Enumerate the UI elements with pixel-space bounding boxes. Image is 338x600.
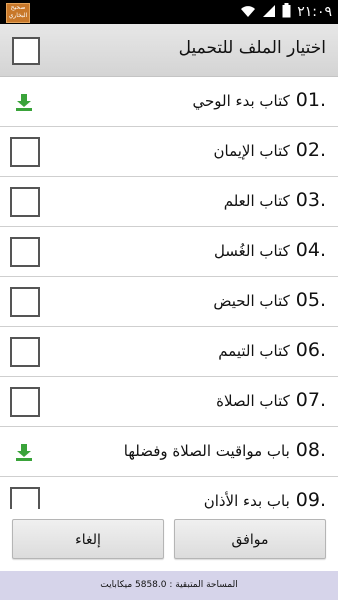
list-item[interactable]: باب مواقيت الصلاة وفضلها 08.: [0, 427, 338, 477]
list-item[interactable]: كتاب التيمم 06.: [0, 327, 338, 377]
select-all-checkbox[interactable]: [12, 37, 40, 65]
file-list[interactable]: كتاب بدء الوحي 01. كتاب الإيمان 02. كتاب ا…: [0, 77, 338, 509]
item-label: كتاب الإيمان 02.: [213, 139, 326, 161]
list-item[interactable]: كتاب العلم 03.: [0, 177, 338, 227]
download-icon: [16, 94, 32, 111]
storage-info: المساحة المتبقية : 5858.0 ميكابايت: [0, 571, 338, 600]
wifi-icon: [240, 4, 256, 21]
item-checkbox[interactable]: [10, 487, 40, 509]
battery-icon: [282, 3, 291, 21]
item-checkbox[interactable]: [10, 137, 40, 167]
ok-button[interactable]: موافق: [174, 519, 326, 559]
item-checkbox[interactable]: [10, 287, 40, 317]
list-item[interactable]: كتاب الغُسل 04.: [0, 227, 338, 277]
signal-icon: [262, 4, 276, 21]
item-label: كتاب بدء الوحي 01.: [192, 89, 326, 111]
list-item[interactable]: كتاب بدء الوحي 01.: [0, 77, 338, 127]
dialog-footer: إلغاء موافق: [0, 509, 338, 571]
item-label: كتاب الحيض 05.: [213, 289, 326, 311]
clock: ٢١:٠٩: [297, 4, 332, 20]
download-icon: [16, 444, 32, 461]
list-item[interactable]: باب بدء الأذان 09.: [0, 477, 338, 509]
item-checkbox[interactable]: [10, 387, 40, 417]
status-bar: صحيح البخاري ٢١:٠٩: [0, 0, 338, 24]
item-label: كتاب الصلاة 07.: [216, 389, 326, 411]
item-label: كتاب العلم 03.: [223, 189, 326, 211]
item-label: كتاب التيمم 06.: [218, 339, 326, 361]
item-checkbox[interactable]: [10, 237, 40, 267]
item-checkbox[interactable]: [10, 337, 40, 367]
item-label: باب مواقيت الصلاة وفضلها 08.: [123, 439, 326, 461]
list-item[interactable]: كتاب الإيمان 02.: [0, 127, 338, 177]
item-checkbox[interactable]: [10, 187, 40, 217]
cancel-button[interactable]: إلغاء: [12, 519, 164, 559]
item-label: باب بدء الأذان 09.: [203, 489, 326, 509]
list-item[interactable]: كتاب الصلاة 07.: [0, 377, 338, 427]
item-label: كتاب الغُسل 04.: [213, 239, 326, 261]
list-item[interactable]: كتاب الحيض 05.: [0, 277, 338, 327]
dialog-header: اختيار الملف للتحميل: [0, 24, 338, 77]
status-icons: ٢١:٠٩: [240, 2, 332, 22]
dialog-title: اختيار الملف للتحميل: [178, 38, 326, 58]
app-notification-icon: صحيح البخاري: [6, 3, 30, 23]
